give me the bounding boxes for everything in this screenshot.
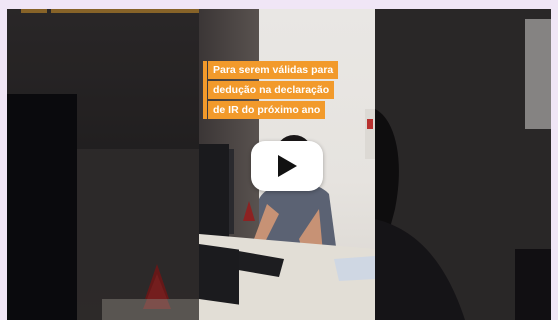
play-icon bbox=[278, 155, 297, 177]
caption-line-3: de IR do próximo ano bbox=[208, 101, 326, 119]
caption-line-2: dedução na declaração bbox=[208, 81, 335, 99]
blurred-backdrop-left bbox=[7, 9, 199, 320]
caption-accent-bar bbox=[203, 61, 207, 119]
caption-line-1: Para serem válidas para bbox=[208, 61, 339, 79]
play-button[interactable] bbox=[251, 141, 323, 191]
blurred-backdrop-right bbox=[375, 9, 551, 320]
